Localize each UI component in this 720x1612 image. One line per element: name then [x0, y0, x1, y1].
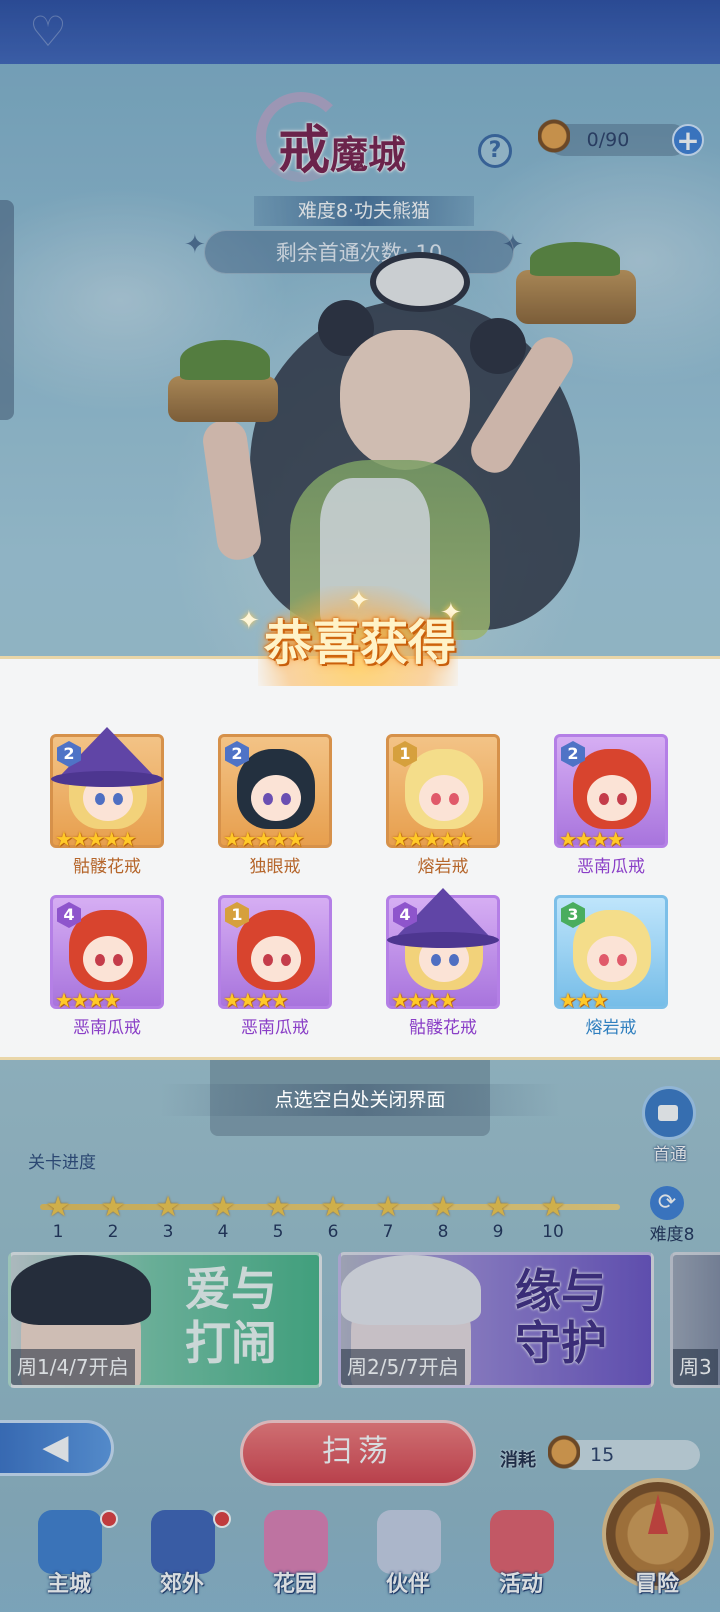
- portrait-eye: [95, 954, 105, 966]
- witch-hat-brim: [51, 771, 163, 787]
- congratulations-title: 恭喜获得: [263, 615, 456, 671]
- portrait-face: [587, 775, 637, 821]
- portrait-eye: [599, 954, 609, 966]
- portrait-face: [251, 775, 301, 821]
- reward-item-name: 恶南瓜戒: [577, 857, 645, 877]
- portrait-eye: [95, 793, 105, 805]
- character-portrait: [405, 749, 483, 829]
- character-portrait: [69, 910, 147, 990]
- star-rating: ★★★★: [223, 988, 289, 1012]
- portrait-eye: [281, 793, 291, 805]
- portrait-eye: [431, 954, 441, 966]
- portrait-eye: [113, 793, 123, 805]
- character-portrait: [573, 749, 651, 829]
- character-portrait: [237, 749, 315, 829]
- portrait-eye: [617, 793, 627, 805]
- reward-item-name: 恶南瓜戒: [241, 1018, 309, 1038]
- portrait-face: [587, 936, 637, 982]
- reward-item-name: 恶南瓜戒: [73, 1018, 141, 1038]
- character-portrait: [237, 910, 315, 990]
- reward-item-card[interactable]: 2 ★★★★★: [218, 734, 332, 851]
- reward-item-name: 骷髅花戒: [409, 1018, 477, 1038]
- reward-item-card[interactable]: 4 ★★★★: [386, 888, 500, 1012]
- portrait-face: [83, 936, 133, 982]
- character-portrait: [573, 910, 651, 990]
- reward-item-name: 熔岩戒: [417, 857, 469, 877]
- star-rating: ★★★: [559, 988, 609, 1012]
- portrait-eye: [599, 793, 609, 805]
- reward-item-card[interactable]: 3 ★★★: [554, 895, 668, 1012]
- portrait-face: [251, 936, 301, 982]
- portrait-eye: [263, 954, 273, 966]
- portrait-eye: [431, 793, 441, 805]
- reward-item-name: 熔岩戒: [585, 1018, 637, 1038]
- star-rating: ★★★★★: [223, 827, 305, 851]
- star-rating: ★★★★: [55, 988, 121, 1012]
- star-rating: ★★★★: [559, 827, 625, 851]
- close-hint: 点选空白处关闭界面: [160, 1084, 560, 1116]
- star-rating: ★★★★★: [391, 827, 473, 851]
- reward-item-name: 独眼戒: [249, 857, 301, 877]
- portrait-eye: [449, 954, 459, 966]
- portrait-eye: [449, 793, 459, 805]
- reward-item-card[interactable]: 4 ★★★★: [50, 895, 164, 1012]
- star-rating: ★★★★: [391, 988, 457, 1012]
- reward-item-card[interactable]: 2 ★★★★: [554, 734, 668, 851]
- portrait-eye: [113, 954, 123, 966]
- star-rating: ★★★★★: [55, 827, 137, 851]
- reward-item-card[interactable]: 1 ★★★★★: [386, 734, 500, 851]
- reward-item-card[interactable]: 1 ★★★★: [218, 895, 332, 1012]
- portrait-eye: [263, 793, 273, 805]
- reward-item-card[interactable]: 2 ★★★★★: [50, 727, 164, 851]
- reward-item-name: 骷髅花戒: [73, 857, 141, 877]
- portrait-eye: [281, 954, 291, 966]
- witch-hat-brim: [387, 932, 499, 948]
- portrait-eye: [617, 954, 627, 966]
- portrait-face: [419, 775, 469, 821]
